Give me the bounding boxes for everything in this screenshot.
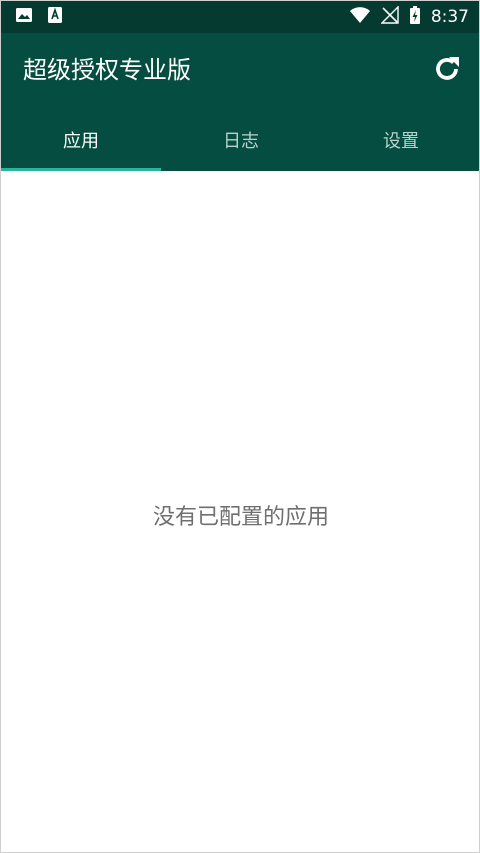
battery-charging-icon	[409, 5, 421, 29]
app-title: 超级授权专业版	[23, 56, 191, 84]
tab-apps-label: 应用	[63, 131, 99, 152]
wifi-icon	[349, 6, 371, 28]
text-notification-icon	[47, 6, 63, 28]
tab-logs[interactable]: 日志	[161, 109, 321, 171]
refresh-icon	[436, 57, 459, 80]
status-time: 8:37	[430, 7, 469, 27]
image-icon	[15, 7, 33, 27]
empty-state-message: 没有已配置的应用	[152, 505, 329, 530]
no-signal-icon	[380, 5, 399, 28]
app-screen: 8:37 超级授权专业版 应用 日志 设置 没有已配置的应用	[0, 0, 480, 853]
tab-settings[interactable]: 设置	[321, 109, 479, 171]
status-left-icons	[15, 6, 63, 28]
app-bar: 超级授权专业版 应用 日志 设置	[1, 33, 479, 171]
tab-apps[interactable]: 应用	[1, 109, 161, 171]
refresh-button[interactable]	[429, 51, 465, 87]
tab-settings-label: 设置	[383, 131, 419, 152]
tab-bar: 应用 日志 设置	[1, 109, 479, 171]
tab-logs-label: 日志	[223, 131, 259, 152]
status-right-icons: 8:37	[349, 5, 469, 29]
status-bar: 8:37	[1, 1, 479, 33]
apps-content: 没有已配置的应用	[1, 171, 479, 852]
